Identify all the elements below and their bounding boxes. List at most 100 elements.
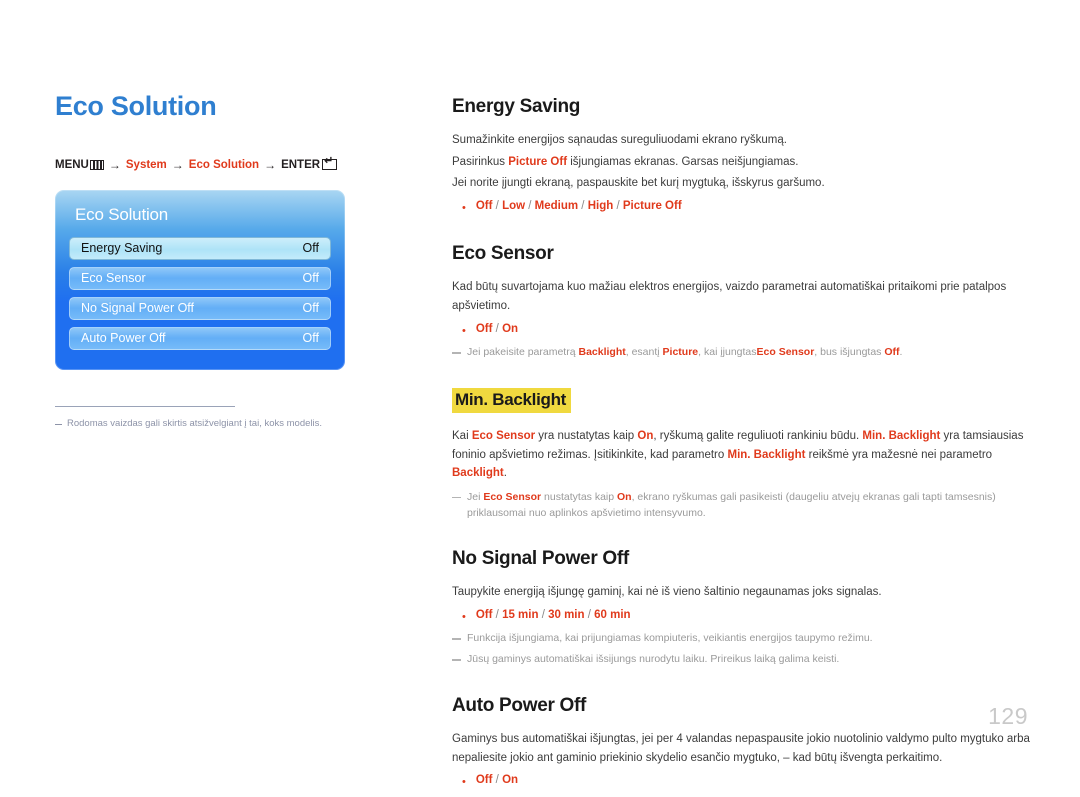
bullet-dot-icon: • <box>462 610 466 623</box>
note-text: Jei pakeisite parametrą Backlight, esant… <box>467 345 1032 361</box>
footnote-divider <box>55 405 235 407</box>
option-value: On <box>502 322 519 335</box>
text-fragment-off: Off <box>884 346 900 359</box>
text-fragment: Pasirinkus <box>452 155 509 168</box>
option-value: 15 min <box>502 608 539 621</box>
section-title-auto-power-off: Auto Power Off <box>452 694 587 716</box>
energy-saving-line-3: Jei norite įjungti ekraną, paspauskite b… <box>452 177 825 190</box>
path-step-system: System <box>125 158 167 171</box>
menu-grid-icon <box>89 159 104 170</box>
text-fragment: , ryškumą galite reguliuoti rankiniu būd… <box>653 429 863 442</box>
note-dash-icon <box>452 638 461 640</box>
options-list: Off / Low / Medium / High / Picture Off <box>475 199 682 212</box>
auto-power-off-paragraph: Gaminys bus automatiškai išjungtas, jei … <box>452 732 1030 764</box>
option-value: On <box>502 774 519 787</box>
left-column: Eco Solution MENU → System → Eco Solutio… <box>55 91 405 430</box>
path-arrow-2: → <box>171 157 184 172</box>
no-signal-line-1: Taupykite energiją išjungę gaminį, kai n… <box>452 586 882 599</box>
section-title-no-signal-power-off: No Signal Power Off <box>452 548 629 570</box>
option-value: Off <box>475 774 493 787</box>
min-backlight-paragraph: Kai Eco Sensor yra nustatytas kaip On, r… <box>452 427 1032 483</box>
text-fragment: , esantį <box>625 346 663 359</box>
text-fragment-eco-sensor: Eco Sensor <box>483 490 542 503</box>
note-text: Jei Eco Sensor nustatytas kaip On, ekran… <box>467 490 1032 522</box>
osd-row-energy-saving[interactable]: Energy Saving Off <box>69 236 331 260</box>
text-fragment: , bus išjungtas <box>814 346 885 359</box>
note-text: Funkcija išjungiama, kai prijungiamas ko… <box>467 632 873 645</box>
option-value: Picture Off <box>622 199 682 212</box>
no-signal-options: • Off / 15 min / 30 min / 60 min <box>452 609 1032 626</box>
text-fragment-backlight: Backlight <box>452 467 504 480</box>
text-fragment: yra nustatytas kaip <box>535 429 638 442</box>
note-dash-icon <box>452 496 461 499</box>
section-energy-saving: Energy Saving Sumažinkite energijos sąna… <box>452 96 1032 216</box>
section-title-eco-sensor: Eco Sensor <box>452 243 554 265</box>
text-fragment-min-backlight: Min. Backlight <box>862 429 941 442</box>
section-no-signal-power-off: No Signal Power Off Taupykite energiją i… <box>452 548 1032 668</box>
text-fragment: išjungiamas ekranas. Garsas neišjungiama… <box>567 155 799 168</box>
osd-menu-screenshot: Eco Solution Energy Saving Off Eco Senso… <box>55 189 345 370</box>
bullet-dot-icon: • <box>462 201 466 214</box>
option-value: Low <box>502 199 526 212</box>
osd-row-value: Off <box>302 301 319 316</box>
text-fragment: reikšmė yra mažesnė nei parametro <box>805 448 993 461</box>
text-fragment-eco-sensor: Eco Sensor <box>471 429 536 442</box>
eco-sensor-note: Jei pakeisite parametrą Backlight, esant… <box>452 345 1032 361</box>
bullet-dot-icon: • <box>462 776 466 789</box>
note-text: Jūsų gaminys automatiškai išsijungs nuro… <box>467 653 840 666</box>
min-backlight-note: Jei Eco Sensor nustatytas kaip On, ekran… <box>452 490 1032 522</box>
no-signal-note-1: Funkcija išjungiama, kai prijungiamas ko… <box>452 631 1032 647</box>
eco-sensor-line-1: Kad būtų suvartojama kuo mažiau elektros… <box>452 281 1007 312</box>
osd-row-value: Off <box>302 241 319 256</box>
footnote: Rodomas vaizdas gali skirtis atsižvelgia… <box>55 417 405 430</box>
menu-label: MENU <box>55 158 89 171</box>
osd-row-value: Off <box>302 271 319 286</box>
option-value: High <box>587 199 614 212</box>
eco-sensor-options: • Off / On <box>452 323 1032 340</box>
menu-path-breadcrumb: MENU → System → Eco Solution → ENTER <box>55 156 405 172</box>
osd-row-value: Off <box>302 331 319 346</box>
text-fragment-backlight: Backlight <box>578 346 626 359</box>
section-title-energy-saving: Energy Saving <box>452 96 581 117</box>
enter-return-icon <box>322 156 338 171</box>
text-fragment: Kai <box>452 429 472 442</box>
section-auto-power-off: Auto Power Off Gaminys bus automatiškai … <box>452 695 1032 791</box>
options-list: Off / On <box>475 774 519 787</box>
section-eco-sensor: Eco Sensor Kad būtų suvartojama kuo maži… <box>452 243 1032 361</box>
text-fragment: nustatytas kaip <box>541 490 617 503</box>
path-arrow-1: → <box>108 157 121 172</box>
osd-row-no-signal-power-off[interactable]: No Signal Power Off Off <box>69 296 331 320</box>
path-step-eco-solution: Eco Solution <box>188 158 260 171</box>
text-fragment: , kai įjungtas <box>698 346 757 359</box>
option-value: Medium <box>534 199 579 212</box>
text-fragment: Jei <box>467 490 484 503</box>
osd-row-auto-power-off[interactable]: Auto Power Off Off <box>69 326 331 350</box>
osd-row-label: No Signal Power Off <box>81 301 195 316</box>
path-arrow-3: → <box>264 157 277 172</box>
text-fragment: Jei pakeisite parametrą <box>467 346 579 359</box>
text-fragment-picture: Picture <box>662 346 699 359</box>
text-fragment-on: On <box>637 429 654 442</box>
option-value: Off <box>475 608 493 621</box>
footnote-text: Rodomas vaizdas gali skirtis atsižvelgia… <box>67 417 323 429</box>
page-number: 129 <box>988 703 1028 729</box>
text-fragment-min-backlight: Min. Backlight <box>727 448 806 461</box>
osd-row-eco-sensor[interactable]: Eco Sensor Off <box>69 266 331 290</box>
page-title: Eco Solution <box>55 91 217 121</box>
no-signal-note-2: Jūsų gaminys automatiškai išsijungs nuro… <box>452 652 1032 668</box>
text-fragment-picture-off: Picture Off <box>508 155 568 168</box>
osd-row-label: Auto Power Off <box>81 331 166 346</box>
option-value: Off <box>475 199 493 212</box>
note-dash-icon <box>452 659 461 661</box>
footnote-dash-icon <box>55 423 62 425</box>
options-list: Off / On <box>475 322 519 335</box>
text-fragment-eco-sensor: Eco Sensor <box>756 346 815 359</box>
osd-title: Eco Solution <box>75 204 169 224</box>
section-title-min-backlight: Min. Backlight <box>452 387 572 413</box>
bullet-dot-icon: • <box>462 324 466 337</box>
energy-saving-options: • Off / Low / Medium / High / Picture Of… <box>452 200 1032 217</box>
document-page: Eco Solution MENU → System → Eco Solutio… <box>0 0 1080 788</box>
text-fragment: . <box>503 467 507 480</box>
right-column: Energy Saving Sumažinkite energijos sąna… <box>452 96 1032 797</box>
options-list: Off / 15 min / 30 min / 60 min <box>475 608 631 621</box>
